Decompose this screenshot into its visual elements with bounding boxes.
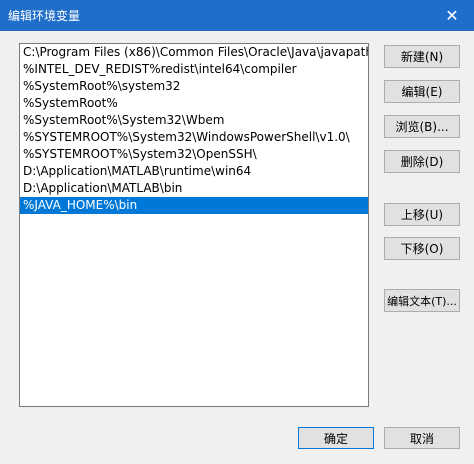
ok-button[interactable]: 确定 — [298, 427, 374, 449]
move-down-button[interactable]: 下移(O) — [384, 237, 460, 260]
list-item[interactable]: D:\Application\MATLAB\runtime\win64 — [20, 163, 368, 180]
new-button[interactable]: 新建(N) — [384, 45, 460, 68]
delete-button[interactable]: 删除(D) — [384, 150, 460, 173]
list-item[interactable]: D:\Application\MATLAB\bin — [20, 180, 368, 197]
dialog-title: 编辑环境变量 — [8, 9, 81, 23]
list-item[interactable]: C:\Program Files (x86)\Common Files\Orac… — [20, 44, 368, 61]
list-item[interactable]: %JAVA_HOME%\bin — [20, 197, 368, 214]
path-list[interactable]: C:\Program Files (x86)\Common Files\Orac… — [19, 43, 369, 407]
move-up-button[interactable]: 上移(U) — [384, 203, 460, 226]
list-item[interactable]: %SystemRoot%\System32\Wbem — [20, 112, 368, 129]
list-item[interactable]: %SystemRoot%\system32 — [20, 78, 368, 95]
edit-button[interactable]: 编辑(E) — [384, 80, 460, 103]
browse-button[interactable]: 浏览(B)... — [384, 115, 460, 138]
list-item[interactable]: %SYSTEMROOT%\System32\OpenSSH\ — [20, 146, 368, 163]
list-item[interactable]: %INTEL_DEV_REDIST%redist\intel64\compile… — [20, 61, 368, 78]
edit-text-button[interactable]: 编辑文本(T)... — [384, 289, 460, 312]
list-item[interactable]: %SYSTEMROOT%\System32\WindowsPowerShell\… — [20, 129, 368, 146]
cancel-button[interactable]: 取消 — [384, 427, 460, 449]
close-icon[interactable]: ✕ — [430, 0, 474, 31]
list-item[interactable]: %SystemRoot% — [20, 95, 368, 112]
edit-env-var-dialog: 编辑环境变量 ✕ C:\Program Files (x86)\Common F… — [0, 0, 474, 464]
title-bar[interactable]: 编辑环境变量 ✕ — [0, 0, 474, 31]
